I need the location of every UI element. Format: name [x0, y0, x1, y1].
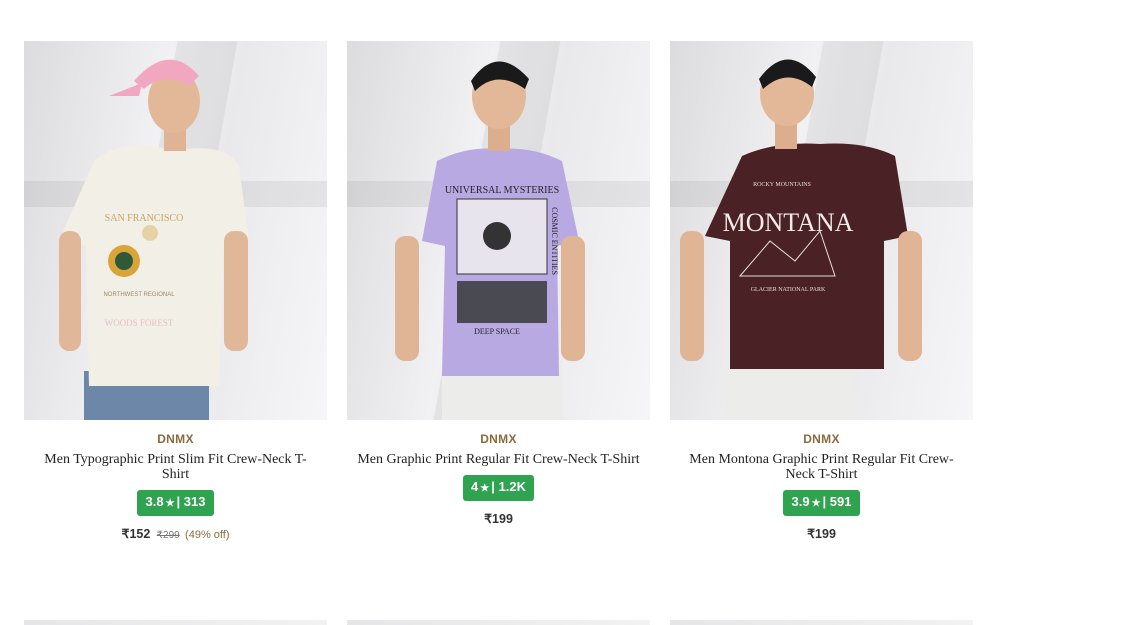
product-image[interactable]: UNIVERSAL MYSTERIES COSMIC ENTITIES DEEP… — [347, 41, 650, 420]
price-row: ₹152 ₹299 (49% off) — [24, 526, 327, 541]
svg-text:NORTHWEST REGIONAL: NORTHWEST REGIONAL — [103, 292, 175, 298]
brand-name: DNMX — [480, 432, 517, 446]
product-title[interactable]: Men Graphic Print Regular Fit Crew-Neck … — [356, 452, 641, 467]
product-card[interactable]: ROCKY MOUNTAINS MONTANA GLACIER NATIONAL… — [670, 41, 973, 541]
model-front-view-illustration: ROCKY MOUNTAINS MONTANA GLACIER NATIONAL… — [680, 59, 922, 420]
product-title[interactable]: Men Montona Graphic Print Regular Fit Cr… — [679, 452, 964, 482]
model-front-view-illustration: UNIVERSAL MYSTERIES COSMIC ENTITIES DEEP… — [395, 61, 585, 420]
rating-count: 1.2K — [498, 479, 526, 494]
selling-price: ₹199 — [484, 512, 513, 526]
svg-text:SAN FRANCISCO: SAN FRANCISCO — [105, 213, 184, 224]
rating-count: 313 — [183, 494, 206, 509]
svg-text:DEEP SPACE: DEEP SPACE — [474, 327, 520, 336]
product-title[interactable]: Men Typographic Print Slim Fit Crew-Neck… — [33, 452, 318, 482]
product-card[interactable]: SAN FRANCISCO NORTHWEST REGIONAL WOODS F… — [24, 41, 327, 541]
brand-name: DNMX — [157, 432, 194, 446]
product-image-next-row[interactable] — [24, 620, 327, 625]
rating-separator: | — [491, 479, 495, 494]
product-image-next-row[interactable] — [347, 620, 650, 625]
rating-value: 3.8 — [145, 494, 164, 509]
product-image-next-row[interactable] — [670, 620, 973, 625]
model-back-view-illustration: SAN FRANCISCO NORTHWEST REGIONAL WOODS F… — [59, 59, 249, 420]
price-row: ₹199 — [347, 511, 650, 526]
selling-price: ₹152 — [121, 527, 151, 541]
product-card[interactable]: UNIVERSAL MYSTERIES COSMIC ENTITIES DEEP… — [347, 41, 650, 526]
svg-text:COSMIC ENTITIES: COSMIC ENTITIES — [550, 207, 559, 275]
discount-text: (49% off) — [185, 529, 230, 541]
brand-name: DNMX — [803, 432, 840, 446]
price-row: ₹199 — [670, 526, 973, 541]
svg-text:GLACIER NATIONAL PARK: GLACIER NATIONAL PARK — [751, 287, 826, 293]
product-image[interactable]: ROCKY MOUNTAINS MONTANA GLACIER NATIONAL… — [670, 41, 973, 420]
original-price: ₹299 — [156, 530, 180, 541]
star-icon: ★ — [165, 498, 175, 509]
rating-value: 4 — [471, 479, 479, 494]
selling-price: ₹199 — [807, 527, 836, 541]
svg-text:UNIVERSAL MYSTERIES: UNIVERSAL MYSTERIES — [445, 185, 559, 196]
rating-badge: 3.9 ★ | 591 — [783, 490, 860, 516]
svg-text:MONTANA: MONTANA — [723, 208, 854, 237]
rating-count: 591 — [829, 494, 852, 509]
rating-badge: 4 ★ | 1.2K — [463, 475, 534, 501]
svg-text:WOODS FOREST: WOODS FOREST — [105, 318, 174, 328]
star-icon: ★ — [480, 483, 490, 494]
rating-value: 3.9 — [791, 494, 810, 509]
rating-separator: | — [176, 494, 181, 509]
rating-badge: 3.8 ★ | 313 — [137, 490, 214, 516]
product-image[interactable]: SAN FRANCISCO NORTHWEST REGIONAL WOODS F… — [24, 41, 327, 420]
svg-text:ROCKY MOUNTAINS: ROCKY MOUNTAINS — [753, 182, 811, 188]
rating-separator: | — [822, 494, 827, 509]
star-icon: ★ — [811, 498, 821, 509]
